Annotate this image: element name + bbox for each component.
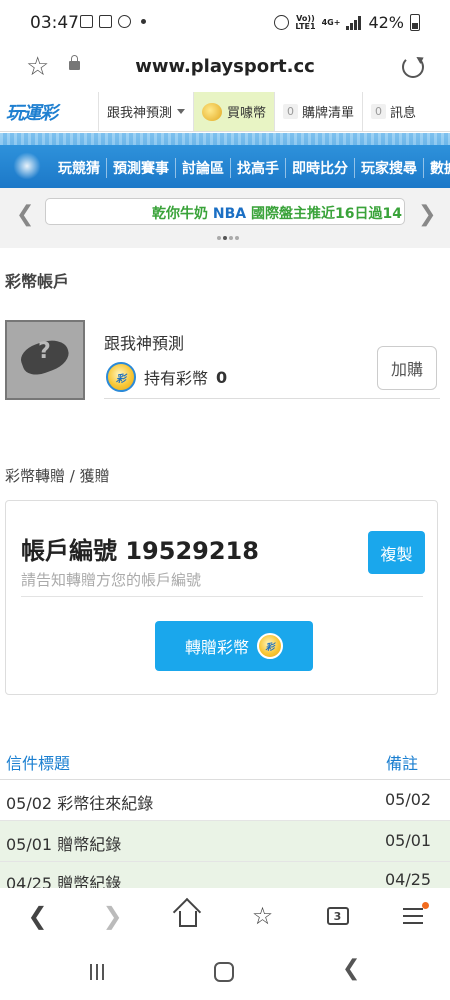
nav-item-predict[interactable]: 預測賽事	[107, 158, 176, 178]
forward-button[interactable]: ❯	[91, 894, 135, 938]
row-note: 04/25	[385, 870, 432, 888]
buy-coins-button[interactable]: 買噱幣	[193, 92, 275, 131]
sparkle-icon	[10, 151, 44, 181]
table-row[interactable]: 04/25 贈幣紀錄 04/25	[0, 862, 450, 888]
divider	[104, 398, 440, 399]
avatar: ?	[5, 320, 85, 400]
account-id-hint: 請告知轉贈方您的帳戶編號	[21, 571, 202, 589]
messages-link[interactable]: 0 訊息	[362, 92, 424, 131]
browser-bottom-bar: ❮ ❯ ☆ 3	[0, 888, 450, 944]
transfer-coins-label: 轉贈彩幣	[184, 638, 249, 657]
buy-coins-label: 買噱幣	[227, 106, 267, 121]
lottery-coin-icon: 彩	[106, 362, 136, 392]
table-row[interactable]: 05/02 彩幣往來紀錄 05/02	[0, 780, 450, 821]
star-icon: ☆	[251, 902, 274, 930]
transfer-card: 帳戶編號 19529218 請告知轉贈方您的帳戶編號 複製 轉贈彩幣 彩	[5, 500, 438, 695]
menu-icon	[402, 908, 423, 924]
app-icon	[99, 15, 112, 28]
transfer-coins-button[interactable]: 轉贈彩幣 彩	[155, 621, 313, 671]
nav-item-data[interactable]: 數據	[424, 158, 450, 178]
signal-icon	[346, 15, 362, 30]
column-note: 備註	[386, 754, 419, 773]
coin-balance-label: 持有彩幣	[144, 369, 209, 388]
browser-url-bar: ☆ www.playsport.cc	[0, 46, 450, 90]
copy-button[interactable]: 複製	[368, 531, 425, 574]
notification-dot	[421, 902, 429, 909]
status-bar: 03:47 Vo)) LTE1 4G+ 42%	[0, 0, 450, 46]
system-back-button[interactable]: ❮	[342, 956, 360, 981]
tabs-icon: 3	[326, 907, 349, 925]
status-time: 03:47	[30, 13, 79, 33]
cart-count: 0	[283, 104, 299, 119]
chevron-right-icon: ❯	[102, 902, 123, 930]
account-name: 跟我神預測	[104, 334, 185, 353]
volte-indicator: Vo)) LTE1	[295, 13, 316, 31]
home-icon	[178, 911, 197, 927]
nav-item-live-score[interactable]: 即時比分	[286, 158, 355, 178]
coin-balance: 彩 持有彩幣 0	[106, 362, 227, 392]
url-field[interactable]: www.playsport.cc	[0, 56, 450, 77]
cart-link[interactable]: 0 購牌清單	[274, 92, 362, 131]
nav-item-experts[interactable]: 找高手	[231, 158, 286, 178]
reload-icon[interactable]	[402, 56, 424, 78]
system-status-icons: Vo)) LTE1 4G+ 42%	[274, 13, 420, 32]
transfer-section-title: 彩幣轉贈 / 獲贈	[5, 467, 110, 485]
menu-button[interactable]	[391, 894, 435, 938]
main-nav: 玩競猜 預測賽事 討論區 找高手 即時比分 玩家搜尋 數據	[0, 133, 450, 188]
lottery-coin-icon: 彩	[257, 633, 283, 659]
notification-icons	[80, 15, 146, 28]
cart-label: 購牌清單	[302, 106, 355, 121]
table-row[interactable]: 05/01 贈幣紀錄 05/01	[0, 821, 450, 862]
home-button[interactable]	[166, 894, 210, 938]
ticker-pager	[217, 236, 239, 240]
add-purchase-button[interactable]: 加購	[377, 346, 437, 390]
coin-icon	[202, 102, 223, 121]
ticker-box[interactable]: 乾你牛奶 NBA 國際盤主推近16日過14	[45, 198, 405, 225]
row-note: 05/02	[385, 790, 432, 809]
alarm-icon	[274, 15, 290, 30]
do-not-disturb-icon	[118, 15, 131, 28]
more-notifications-dot	[141, 19, 146, 24]
battery-icon	[410, 14, 420, 31]
logo-text: 玩運彩	[6, 102, 58, 124]
site-logo[interactable]: 玩運彩	[0, 92, 98, 131]
bookmarks-button[interactable]: ☆	[241, 894, 285, 938]
nav-item-play-quiz[interactable]: 玩競猜	[52, 158, 107, 178]
chevron-left-icon: ❮	[27, 902, 48, 930]
row-note: 05/01	[385, 831, 432, 850]
recent-apps-button[interactable]	[90, 964, 104, 980]
news-ticker: ❮ 乾你牛奶 NBA 國際盤主推近16日過14 ❯	[0, 188, 450, 248]
predict-menu-label: 跟我神預測	[107, 106, 173, 121]
battery-percent: 42%	[368, 13, 404, 32]
divider	[21, 596, 423, 597]
column-title: 信件標題	[6, 754, 71, 773]
row-title: 05/01 贈幣紀錄	[6, 835, 122, 854]
system-home-button[interactable]	[214, 962, 234, 982]
back-button[interactable]: ❮	[16, 894, 60, 938]
messages-table-header: 信件標題 備註	[0, 740, 450, 780]
messages-label: 訊息	[390, 106, 417, 121]
account-id: 帳戶編號 19529218	[21, 537, 259, 565]
messages-count: 0	[371, 104, 387, 119]
system-nav-bar: ❮	[0, 944, 450, 1000]
row-title: 04/25 贈幣紀錄	[6, 874, 122, 888]
ticker-text: 乾你牛奶 NBA 國際盤主推近16日過14	[152, 206, 402, 222]
ticker-prev-icon[interactable]: ❮	[16, 202, 34, 227]
gallery-icon	[80, 15, 93, 28]
ticker-next-icon[interactable]: ❯	[418, 202, 436, 227]
row-title: 05/02 彩幣往來紀錄	[6, 794, 154, 813]
tabs-button[interactable]: 3	[316, 894, 360, 938]
account-section-title: 彩幣帳戶	[5, 272, 70, 291]
site-header: 玩運彩 跟我神預測 買噱幣 0 購牌清單 0 訊息	[0, 92, 450, 132]
nav-item-forum[interactable]: 討論區	[176, 158, 231, 178]
coin-balance-value: 0	[216, 367, 228, 387]
predict-menu[interactable]: 跟我神預測	[98, 92, 193, 131]
network-type: 4G+	[321, 17, 341, 27]
nav-item-player-search[interactable]: 玩家搜尋	[355, 158, 424, 178]
chevron-down-icon	[177, 109, 186, 114]
